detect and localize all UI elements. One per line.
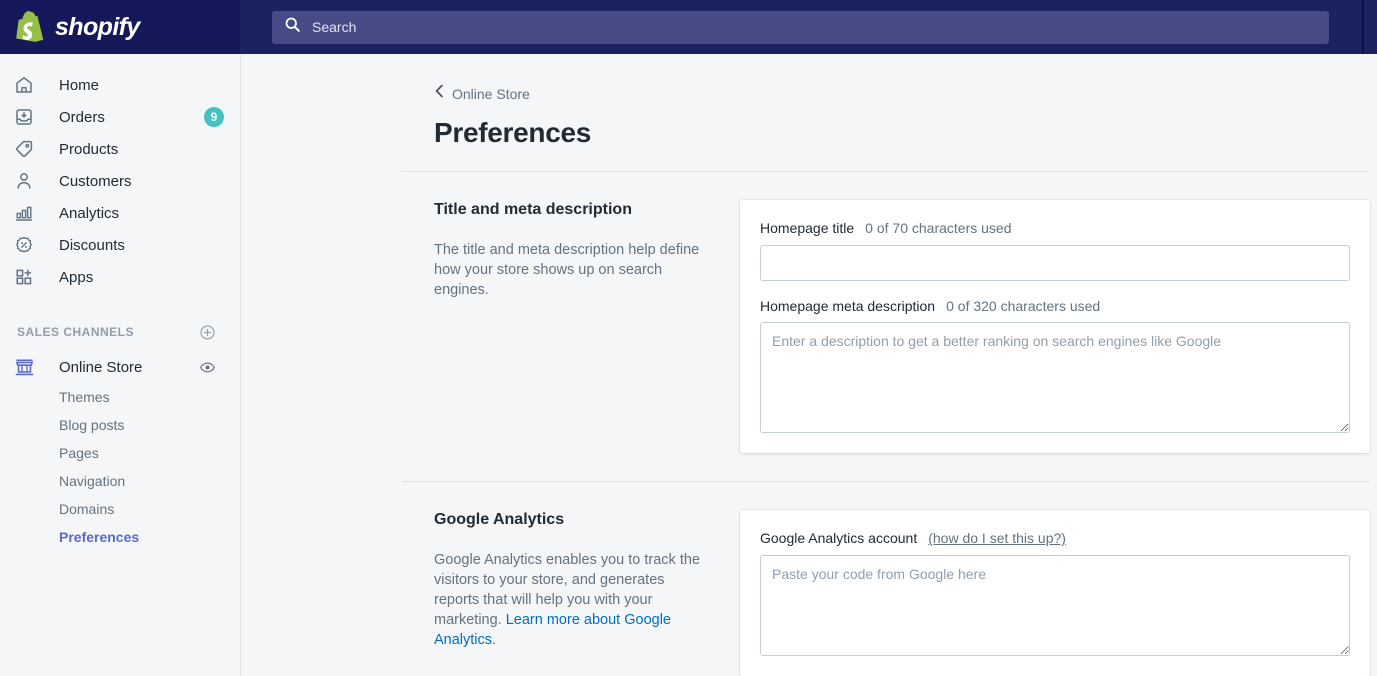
chevron-left-icon xyxy=(434,84,445,103)
page-title: Preferences xyxy=(434,118,1377,149)
subnav-label: Preferences xyxy=(59,529,139,545)
homepage-meta-label-row: Homepage meta description 0 of 320 chara… xyxy=(760,298,1350,315)
subnav-label: Themes xyxy=(59,389,110,405)
homepage-title-label: Homepage title xyxy=(760,220,854,237)
homepage-meta-label: Homepage meta description xyxy=(760,298,935,315)
sidebar-subitem-blog-posts[interactable]: Blog posts xyxy=(0,411,240,439)
discount-percent-icon xyxy=(14,235,42,255)
sidebar-item-label: Customers xyxy=(42,174,224,189)
sidebar-item-online-store[interactable]: Online Store xyxy=(0,351,240,383)
sidebar-subitem-navigation[interactable]: Navigation xyxy=(0,467,240,495)
section-heading: Google Analytics xyxy=(434,510,704,531)
sidebar-item-label: Orders xyxy=(42,110,204,125)
subnav-label: Pages xyxy=(59,445,99,461)
sidebar-item-home[interactable]: Home xyxy=(0,69,240,101)
sidebar-item-analytics[interactable]: Analytics xyxy=(0,197,240,229)
breadcrumb-label: Online Store xyxy=(452,87,530,101)
apps-grid-plus-icon xyxy=(14,267,42,287)
main-content: Online Store Preferences Title and meta … xyxy=(241,54,1377,676)
ga-account-label-row: Google Analytics account (how do I set t… xyxy=(760,530,1350,547)
section-google-analytics: Google Analytics Google Analytics enable… xyxy=(241,482,1377,676)
homepage-title-input[interactable] xyxy=(760,245,1350,281)
search-area: Search xyxy=(240,0,1377,54)
google-analytics-card: Google Analytics account (how do I set t… xyxy=(740,510,1370,676)
homepage-meta-counter: 0 of 320 characters used xyxy=(946,298,1100,315)
sidebar-item-products[interactable]: Products xyxy=(0,133,240,165)
top-bar: shopify Search xyxy=(0,0,1377,54)
ga-account-label: Google Analytics account xyxy=(760,530,917,547)
orders-count-badge: 9 xyxy=(204,107,224,127)
section-description: Google Analytics enables you to track th… xyxy=(434,550,704,650)
tag-icon xyxy=(14,139,42,159)
sales-channels-label: SALES CHANNELS xyxy=(17,325,134,339)
sidebar-subitem-pages[interactable]: Pages xyxy=(0,439,240,467)
sidebar: Home Orders 9 Products Custo xyxy=(0,54,241,676)
search-icon xyxy=(284,16,301,38)
brand-wordmark: shopify xyxy=(55,15,140,40)
sidebar-item-label: Home xyxy=(42,78,224,93)
sales-channels-header: SALES CHANNELS xyxy=(0,317,240,347)
breadcrumb[interactable]: Online Store xyxy=(434,84,530,103)
person-icon xyxy=(14,171,42,191)
search-input[interactable]: Search xyxy=(272,11,1329,44)
online-store-label: Online Store xyxy=(42,360,199,375)
page-header: Online Store Preferences xyxy=(241,54,1377,149)
ga-account-textarea[interactable] xyxy=(760,555,1350,656)
search-placeholder: Search xyxy=(312,20,356,34)
title-meta-card: Homepage title 0 of 70 characters used H… xyxy=(740,200,1370,454)
sidebar-subitem-preferences[interactable]: Preferences xyxy=(0,523,240,551)
section-title-meta-info: Title and meta description The title and… xyxy=(434,200,740,454)
sidebar-subitem-domains[interactable]: Domains xyxy=(0,495,240,523)
brand-area[interactable]: shopify xyxy=(0,0,240,54)
section-description: The title and meta description help defi… xyxy=(434,240,704,300)
field-homepage-meta: Homepage meta description 0 of 320 chara… xyxy=(760,298,1350,434)
sidebar-item-apps[interactable]: Apps xyxy=(0,261,240,293)
subnav-label: Blog posts xyxy=(59,417,124,433)
homepage-meta-textarea[interactable] xyxy=(760,322,1350,433)
storefront-icon xyxy=(14,357,42,378)
ga-desc-period: . xyxy=(492,632,496,648)
sidebar-item-discounts[interactable]: Discounts xyxy=(0,229,240,261)
section-heading: Title and meta description xyxy=(434,200,704,221)
shopify-logo[interactable]: shopify xyxy=(16,11,140,43)
orders-inbox-icon xyxy=(14,107,42,127)
sidebar-item-customers[interactable]: Customers xyxy=(0,165,240,197)
eye-icon[interactable] xyxy=(199,359,216,376)
shopify-bag-icon xyxy=(16,11,46,43)
sidebar-item-label: Analytics xyxy=(42,206,224,221)
sidebar-subitem-themes[interactable]: Themes xyxy=(0,383,240,411)
field-ga-account: Google Analytics account (how do I set t… xyxy=(760,530,1350,656)
subnav-label: Domains xyxy=(59,501,114,517)
topbar-right-divider xyxy=(1362,0,1364,54)
sidebar-item-label: Discounts xyxy=(42,238,224,253)
section-title-meta: Title and meta description The title and… xyxy=(241,172,1377,454)
homepage-title-label-row: Homepage title 0 of 70 characters used xyxy=(760,220,1350,237)
sidebar-item-label: Apps xyxy=(42,270,224,285)
plus-circle-icon[interactable] xyxy=(199,324,216,341)
subnav-label: Navigation xyxy=(59,473,125,489)
section-google-analytics-info: Google Analytics Google Analytics enable… xyxy=(434,510,740,676)
ga-setup-help-link[interactable]: (how do I set this up?) xyxy=(928,530,1066,547)
bar-chart-icon xyxy=(14,203,42,223)
field-homepage-title: Homepage title 0 of 70 characters used xyxy=(760,220,1350,281)
sidebar-item-orders[interactable]: Orders 9 xyxy=(0,101,240,133)
homepage-title-counter: 0 of 70 characters used xyxy=(865,220,1011,237)
sidebar-item-label: Products xyxy=(42,142,224,157)
home-icon xyxy=(14,75,42,95)
